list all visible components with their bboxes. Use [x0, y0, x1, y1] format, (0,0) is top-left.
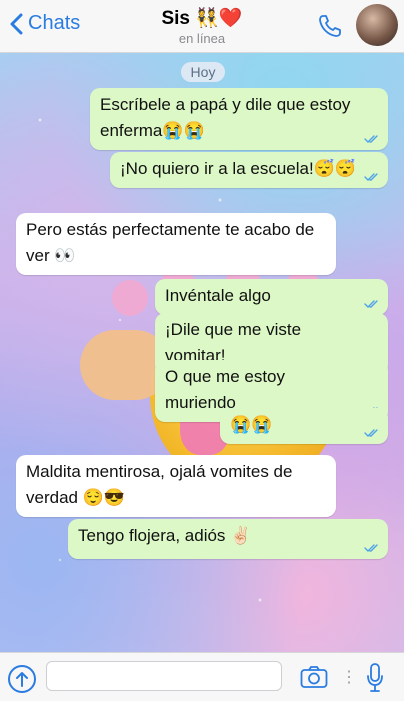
chat-header: Chats Sis 👯❤️ en línea — [0, 0, 404, 53]
camera-icon[interactable] — [300, 665, 328, 689]
message-text: ¡Dile que me viste vomitar! — [165, 320, 302, 365]
incoming-message[interactable]: Maldita mentirosa, ojalá vomites de verd… — [16, 455, 336, 517]
input-bar: ⋮ — [0, 652, 404, 701]
incoming-message[interactable]: Pero estás perfectamente te acabo de ver… — [16, 213, 336, 275]
outgoing-message[interactable]: Invéntale algo — [155, 279, 388, 315]
double-check-icon — [364, 544, 378, 552]
message-text: Pero estás perfectamente te acabo de ver… — [26, 220, 315, 265]
message-text: Invéntale algo — [165, 286, 271, 305]
message-input[interactable] — [46, 661, 282, 691]
outgoing-message[interactable]: 😭😭 — [220, 408, 388, 444]
avatar[interactable] — [356, 4, 398, 46]
outgoing-message[interactable]: ¡No quiero ir a la escuela!😴😴 — [110, 152, 388, 188]
double-check-icon — [364, 429, 378, 437]
double-check-icon — [364, 135, 378, 143]
double-check-icon — [364, 173, 378, 181]
message-text: Maldita mentirosa, ojalá vomites de verd… — [26, 462, 293, 507]
message-text: 😭😭 — [230, 415, 273, 434]
attach-button[interactable] — [8, 665, 36, 693]
wallpaper-flower — [112, 280, 148, 316]
microphone-icon[interactable] — [366, 663, 384, 693]
date-separator: Hoy — [181, 62, 225, 82]
message-text: O que me estoy muriendo — [165, 367, 286, 412]
double-check-icon — [364, 300, 378, 308]
outgoing-message[interactable]: Tengo flojera, adiós ✌🏻 — [68, 519, 388, 559]
outgoing-message[interactable]: Escríbele a papá y dile que estoy enferm… — [90, 88, 388, 150]
phone-icon[interactable] — [316, 12, 344, 40]
more-icon: ⋮ — [341, 669, 357, 686]
upload-arrow-icon — [16, 672, 28, 687]
message-text: Tengo flojera, adiós ✌🏻 — [78, 526, 252, 545]
message-text: Escríbele a papá y dile que estoy enferm… — [100, 95, 351, 140]
message-text: ¡No quiero ir a la escuela!😴😴 — [120, 159, 357, 178]
